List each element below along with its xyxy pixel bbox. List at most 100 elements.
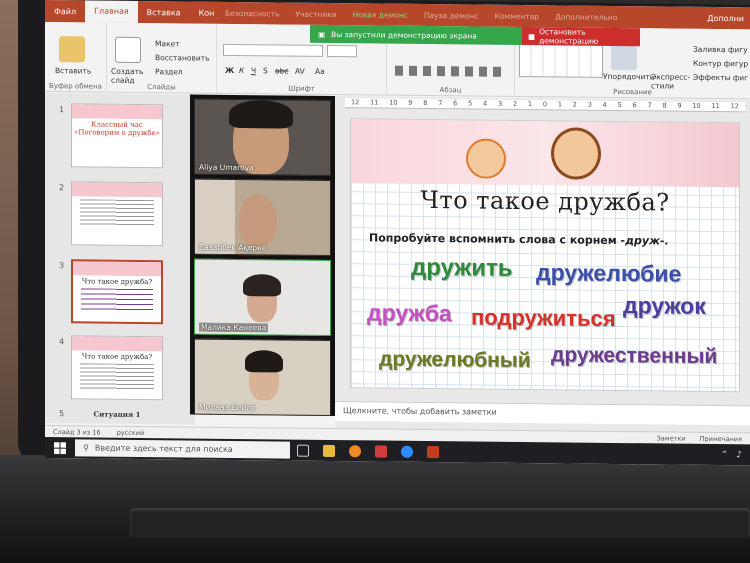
taskbar-search[interactable]: ⚲ Введите здесь текст для поиска <box>75 439 290 459</box>
ruler-tick: 11 <box>370 98 379 107</box>
shadow-button[interactable]: S <box>263 66 268 75</box>
zoom-pause-share[interactable]: Пауза демонс <box>424 10 479 20</box>
ruler-tick: 12 <box>730 102 739 111</box>
cartoon-girl-icon <box>466 138 506 179</box>
file-explorer-icon[interactable] <box>316 440 342 461</box>
root-text: -друж-. <box>620 234 669 248</box>
current-slide[interactable]: Что такое дружба? Попробуйте вспомнить с… <box>350 118 740 393</box>
slide-thumbnail[interactable]: Классный час «Поговорим о дружбе» <box>71 103 163 169</box>
notes-toggle[interactable]: Заметки <box>657 434 686 442</box>
volume-icon[interactable]: ♪ <box>736 450 742 460</box>
video-tile[interactable]: Aliya Umarova <box>194 98 331 176</box>
word-item: дружелюбие <box>536 259 682 287</box>
ruler-tick: 0 <box>542 100 547 109</box>
laptop-screen: Файл Главная Вставка Кон Дополни Безопас… <box>45 0 750 466</box>
ruler-tick: 2 <box>512 99 518 108</box>
slide-thumbnail-partial[interactable]: Ситуация 1 <box>71 409 163 419</box>
participant-name: Малика Канеева <box>199 322 269 333</box>
participant-name: Aliya Umarova <box>199 162 254 173</box>
slides-group: Создать слайд Макет Восстановить Раздел … <box>107 22 217 94</box>
slide-thumbnail[interactable]: Что такое дружба? <box>71 335 163 401</box>
task-view-icon[interactable] <box>290 440 316 461</box>
participant-video <box>239 194 277 247</box>
shape-effects-button[interactable]: Эффекты фиг <box>693 73 748 83</box>
section-button[interactable]: Раздел <box>155 67 183 76</box>
underline-button[interactable]: Ч <box>251 66 256 75</box>
browser-icon[interactable] <box>342 440 368 461</box>
laptop-hinge <box>130 508 750 538</box>
spacing-button[interactable]: AV <box>295 67 305 76</box>
video-tile[interactable]: Базарбек Ақерке <box>194 178 331 256</box>
zoom-more[interactable]: Дополнительно <box>555 12 617 22</box>
italic-button[interactable]: К <box>239 66 244 75</box>
ruler-tick: 8 <box>662 101 667 110</box>
bold-button[interactable]: Ж <box>225 66 234 75</box>
slide-thumbnail[interactable] <box>71 181 163 247</box>
align-buttons[interactable] <box>395 65 505 77</box>
screen-share-icon: ▣ <box>318 29 326 39</box>
participant-name: Базарбек Ақерке <box>199 242 267 253</box>
word-item: дружок <box>623 292 706 319</box>
reset-button[interactable]: Восстановить <box>155 53 210 63</box>
ruler-tick: 8 <box>423 98 428 108</box>
paste-button[interactable]: Вставить <box>55 66 91 75</box>
ruler-tick: 7 <box>647 101 652 110</box>
shape-outline-button[interactable]: Контур фигур <box>693 59 748 69</box>
ruler-tick: 6 <box>453 99 458 108</box>
horizontal-ruler: 12 11 10 9 8 7 6 5 4 3 2 1 0 1 2 3 4 5 6 7 8 9 10 11 12 <box>345 98 745 113</box>
comments-toggle[interactable]: Примечания <box>700 434 742 442</box>
tab-insert[interactable]: Вставка <box>138 7 190 17</box>
ruler-tick: 1 <box>557 100 562 109</box>
word-item: дружелюбный <box>379 347 531 373</box>
arrange-icon[interactable] <box>611 43 637 71</box>
ruler-tick: 6 <box>632 101 637 110</box>
notes-pane[interactable]: Щелкните, чтобы добавить заметки <box>335 401 750 426</box>
zoom-new-share[interactable]: Новая демонс <box>353 10 408 20</box>
arrange-button[interactable]: Упорядочить <box>603 72 654 82</box>
ruler-tick: 5 <box>617 100 622 110</box>
stop-share-button[interactable]: ■ Остановить демонстрацию <box>522 26 640 47</box>
paste-icon[interactable] <box>59 36 85 63</box>
ruler-tick: 1 <box>527 100 533 109</box>
zoom-annotate[interactable]: Комментар <box>495 11 539 20</box>
language-indicator[interactable]: русский <box>117 428 145 436</box>
slide-title: Что такое дружба? <box>420 185 670 217</box>
layout-button[interactable]: Макет <box>155 39 180 48</box>
ruler-tick: 4 <box>602 100 607 109</box>
slide-editor: 12 11 10 9 8 7 6 5 4 3 2 1 0 1 2 3 4 5 6 7 8 9 10 11 12 Что тако… <box>335 96 750 436</box>
ruler-tick: 2 <box>572 100 577 109</box>
strike-button[interactable]: abc <box>275 66 288 75</box>
shapes-gallery[interactable] <box>519 42 603 78</box>
font-name-select[interactable] <box>223 43 323 57</box>
slide-subtitle: Попробуйте вспомнить слова с корнем -дру… <box>369 231 669 248</box>
app-icon[interactable] <box>368 440 394 461</box>
powerpoint-app-icon[interactable] <box>420 441 446 462</box>
case-button[interactable]: Aa <box>315 67 325 76</box>
word-item: дружить <box>411 253 513 282</box>
zoom-participants[interactable]: Участники <box>295 9 336 18</box>
word-item: подружиться <box>471 304 616 331</box>
stop-icon: ■ <box>528 31 536 41</box>
start-button[interactable] <box>45 437 75 458</box>
slide-banner-image <box>351 119 739 188</box>
ruler-tick: 3 <box>587 100 592 109</box>
font-size-select[interactable] <box>327 44 357 58</box>
ruler-tick: 3 <box>498 99 503 108</box>
new-slide-icon[interactable] <box>115 36 141 64</box>
chevron-up-icon[interactable]: ⌃ <box>721 450 729 460</box>
zoom-security[interactable]: Безопасность <box>225 8 279 18</box>
shape-fill-button[interactable]: Заливка фигу <box>693 45 748 55</box>
zoom-app-icon[interactable] <box>394 441 420 462</box>
zoom-video-panel: Aliya Umarova Базарбек Ақерке Малика Кан… <box>190 94 335 417</box>
zoom-sharing-notice: ▣ Вы запустили демонстрацию экрана <box>310 24 522 45</box>
video-tile[interactable]: Милана Бейле <box>194 338 331 416</box>
search-icon: ⚲ <box>83 443 89 453</box>
video-tile-active-speaker[interactable]: Малика Канеева <box>194 258 331 336</box>
ruler-tick: 12 <box>351 98 360 107</box>
tab-home[interactable]: Главная <box>85 0 138 23</box>
cartoon-boy-icon <box>551 127 601 180</box>
ruler-tick: 11 <box>711 101 720 111</box>
zoom-sharing-bar: ▣ Вы запустили демонстрацию экрана ■ Ост… <box>310 24 640 47</box>
tab-file[interactable]: Файл <box>45 7 85 16</box>
slide-thumbnail-selected[interactable]: Что такое дружба? <box>71 259 163 325</box>
